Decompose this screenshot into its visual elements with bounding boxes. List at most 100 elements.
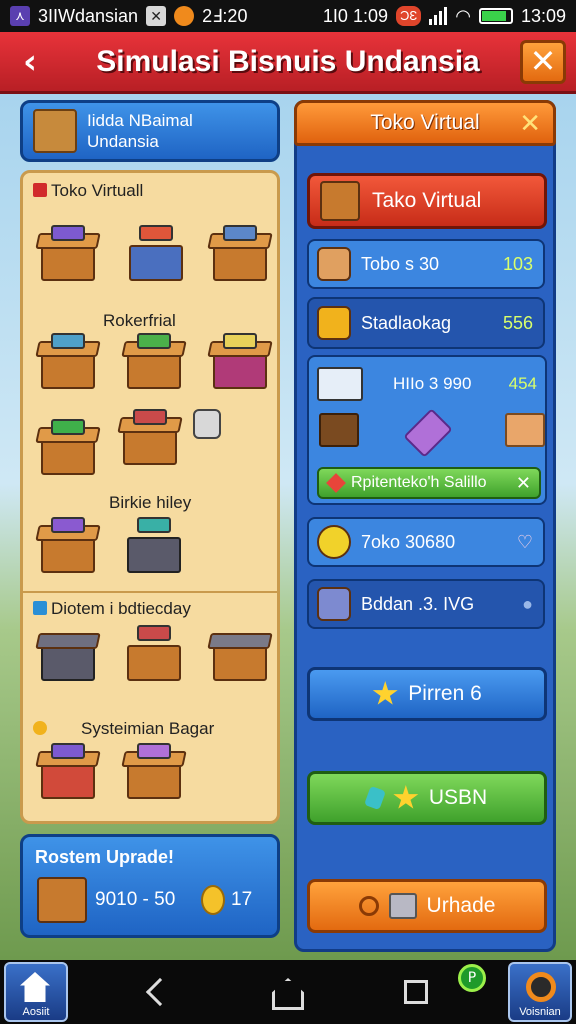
- shop-item-paint-bucket[interactable]: [191, 401, 231, 441]
- coin-icon: [33, 721, 47, 735]
- crystal-icon: [363, 785, 386, 811]
- signal-icon: [429, 7, 448, 25]
- heart-icon[interactable]: ♡: [517, 532, 543, 553]
- status-bar: ⋏ 3IIWdansian ✕ 2Ⅎ:20 1I0 1:09 ƆƐ ◠ 13:0…: [0, 0, 576, 32]
- shopkeeper-icon: [317, 247, 351, 281]
- package-icon[interactable]: [505, 413, 545, 447]
- star-icon: [372, 681, 398, 705]
- home-shortcut-button[interactable]: Aosiit: [4, 962, 68, 1022]
- system-navigation-bar: Aosiit P Voisnian: [0, 960, 576, 1024]
- used-button[interactable]: USBN: [307, 771, 547, 825]
- shop-item-food-stall[interactable]: [123, 625, 185, 683]
- section-label-rokerfrial: Rokerfrial: [103, 311, 176, 330]
- nav-home-button[interactable]: [272, 978, 302, 1008]
- section-label-toko-virtuall: Toko Virtuall: [33, 181, 143, 201]
- coins-icon: [317, 525, 351, 559]
- gear-icon: [358, 896, 379, 916]
- shop-item-building[interactable]: [35, 625, 101, 683]
- shop-item-produce[interactable]: [121, 333, 187, 391]
- stat-row-bddan-label: Bddan .3. IVG: [361, 593, 475, 614]
- shop-item-fabric-stall[interactable]: [35, 225, 101, 283]
- blueprint-icon: [33, 109, 77, 153]
- close-button[interactable]: ✕: [520, 40, 566, 84]
- shop-item-green-crate[interactable]: [35, 419, 101, 477]
- system-upgrade-card[interactable]: Rostem Uprade! 9010 - 50 17: [20, 834, 280, 938]
- upgrade-button[interactable]: Urhade: [307, 879, 547, 933]
- gem-icon[interactable]: [403, 408, 453, 458]
- section-divider: [23, 591, 277, 593]
- business-title-card[interactable]: Iidda NBaimal Undansia: [20, 100, 280, 162]
- used-button-label: USBN: [428, 786, 488, 809]
- panel-close-button[interactable]: ✕: [519, 109, 541, 139]
- nav-recents-button[interactable]: [404, 980, 428, 1004]
- profile-shortcut-label: Voisnian: [519, 1006, 561, 1018]
- home-shortcut-label: Aosiit: [22, 1006, 50, 1018]
- stat-row-toko-value: 103: [502, 253, 533, 274]
- wifi-icon: ◠: [455, 5, 471, 26]
- toko-virtual-panel: Toko Virtual ✕ Tako Virtual Tobo s 30 10…: [294, 100, 556, 952]
- section-label-birkie-hiley: Birkie hiley: [109, 493, 192, 512]
- battery-icon: [478, 8, 513, 24]
- profile-shortcut-button[interactable]: Voisnian: [508, 962, 572, 1022]
- stat-row-stadlaokag-label: Stadlaokag: [361, 312, 452, 333]
- flag-icon: [33, 183, 47, 197]
- ring-icon: [526, 972, 556, 1002]
- notification-text: 3IIWdansian: [38, 5, 139, 26]
- ledger-icon: [317, 367, 363, 401]
- status-time-left: 2Ⅎ:20: [202, 5, 248, 26]
- section-label-diotem: Diotem i bdtiecday: [33, 599, 191, 619]
- upgrade-card-title: Rostem Uprade!: [35, 847, 175, 867]
- upgrade-card-value: 9010 - 50: [95, 889, 176, 910]
- shop-item-purple-box[interactable]: [121, 743, 187, 801]
- shop-item-cart[interactable]: [125, 225, 187, 283]
- green-overlay-icon[interactable]: P: [458, 964, 486, 992]
- stat-row-toko[interactable]: Tobo s 30 103: [307, 239, 545, 289]
- house-icon: [20, 972, 50, 1002]
- inventory-banner-label: Rpitenteko'h Salillo: [351, 474, 487, 491]
- tools-notification-icon: ✕: [146, 6, 167, 26]
- status-signal-text: 1I0 1:09: [322, 5, 388, 26]
- panel-header-title: Toko Virtual: [370, 111, 480, 134]
- upgrade-button-label: Urhade: [426, 894, 496, 917]
- shop-item-market-stand[interactable]: [117, 409, 183, 467]
- stat-row-toko-label: Tobo s 30: [361, 253, 440, 274]
- inventory-banner[interactable]: Rpitenteko'h Salillo ✕: [317, 467, 541, 499]
- metal-box-icon: [388, 893, 417, 919]
- stat-row-stadlaokag[interactable]: Stadlaokag 556: [307, 297, 545, 349]
- shop-catalog-panel: Toko Virtuall Rokerfrial Birkie hiley Di…: [20, 170, 280, 824]
- inventory-card: HIIo 3 990 454 Rpitenteko'h Salillo ✕: [307, 355, 547, 505]
- shop-item-display[interactable]: [207, 333, 273, 391]
- shop-icon: [320, 181, 360, 221]
- app-header: ‹ Simulasi Bisnuis Undansia ✕: [0, 32, 576, 94]
- stat-row-7oko[interactable]: 7oko 30680 ♡: [307, 517, 545, 567]
- gold-coin-icon: [201, 885, 225, 915]
- back-button[interactable]: ‹: [12, 42, 48, 82]
- toggle-dot-icon[interactable]: ●: [522, 594, 543, 615]
- pen-icon: [33, 601, 47, 615]
- inventory-card-value: 454: [508, 374, 537, 393]
- preview-button-label: Pirren 6: [408, 682, 482, 705]
- virtual-shop-button[interactable]: Tako Virtual: [307, 173, 547, 229]
- crate-icon: [37, 877, 87, 923]
- status-badge: ƆƐ: [395, 6, 422, 26]
- badge-icon: [317, 587, 351, 621]
- section-label-systeimian: Systeimian Bagar: [33, 719, 214, 739]
- shop-item-crate[interactable]: [207, 225, 273, 283]
- nav-back-button[interactable]: [145, 977, 175, 1007]
- app-notification-icon: ⋏: [10, 6, 30, 26]
- title-card-line1: Iidda NBaimal: [87, 111, 193, 130]
- shop-item-gift-box[interactable]: [35, 743, 101, 801]
- virtual-shop-label: Tako Virtual: [372, 189, 482, 212]
- shop-item-tv-box[interactable]: [35, 517, 101, 575]
- banner-close-icon[interactable]: ✕: [516, 473, 539, 494]
- stat-row-stadlaokag-value: 556: [502, 312, 533, 333]
- page-title: Simulasi Bisnuis Undansia: [96, 44, 480, 78]
- stat-row-bddan[interactable]: Bddan .3. IVG ●: [307, 579, 545, 629]
- preview-button[interactable]: Pirren 6: [307, 667, 547, 721]
- shop-item-bookshelf[interactable]: [35, 333, 101, 391]
- shop-item-store-front[interactable]: [123, 517, 185, 575]
- shop-item-tool-crate[interactable]: [207, 625, 273, 683]
- workbench-icon[interactable]: [319, 413, 359, 447]
- orange-notification-icon: [174, 6, 195, 26]
- star-icon: [393, 785, 419, 809]
